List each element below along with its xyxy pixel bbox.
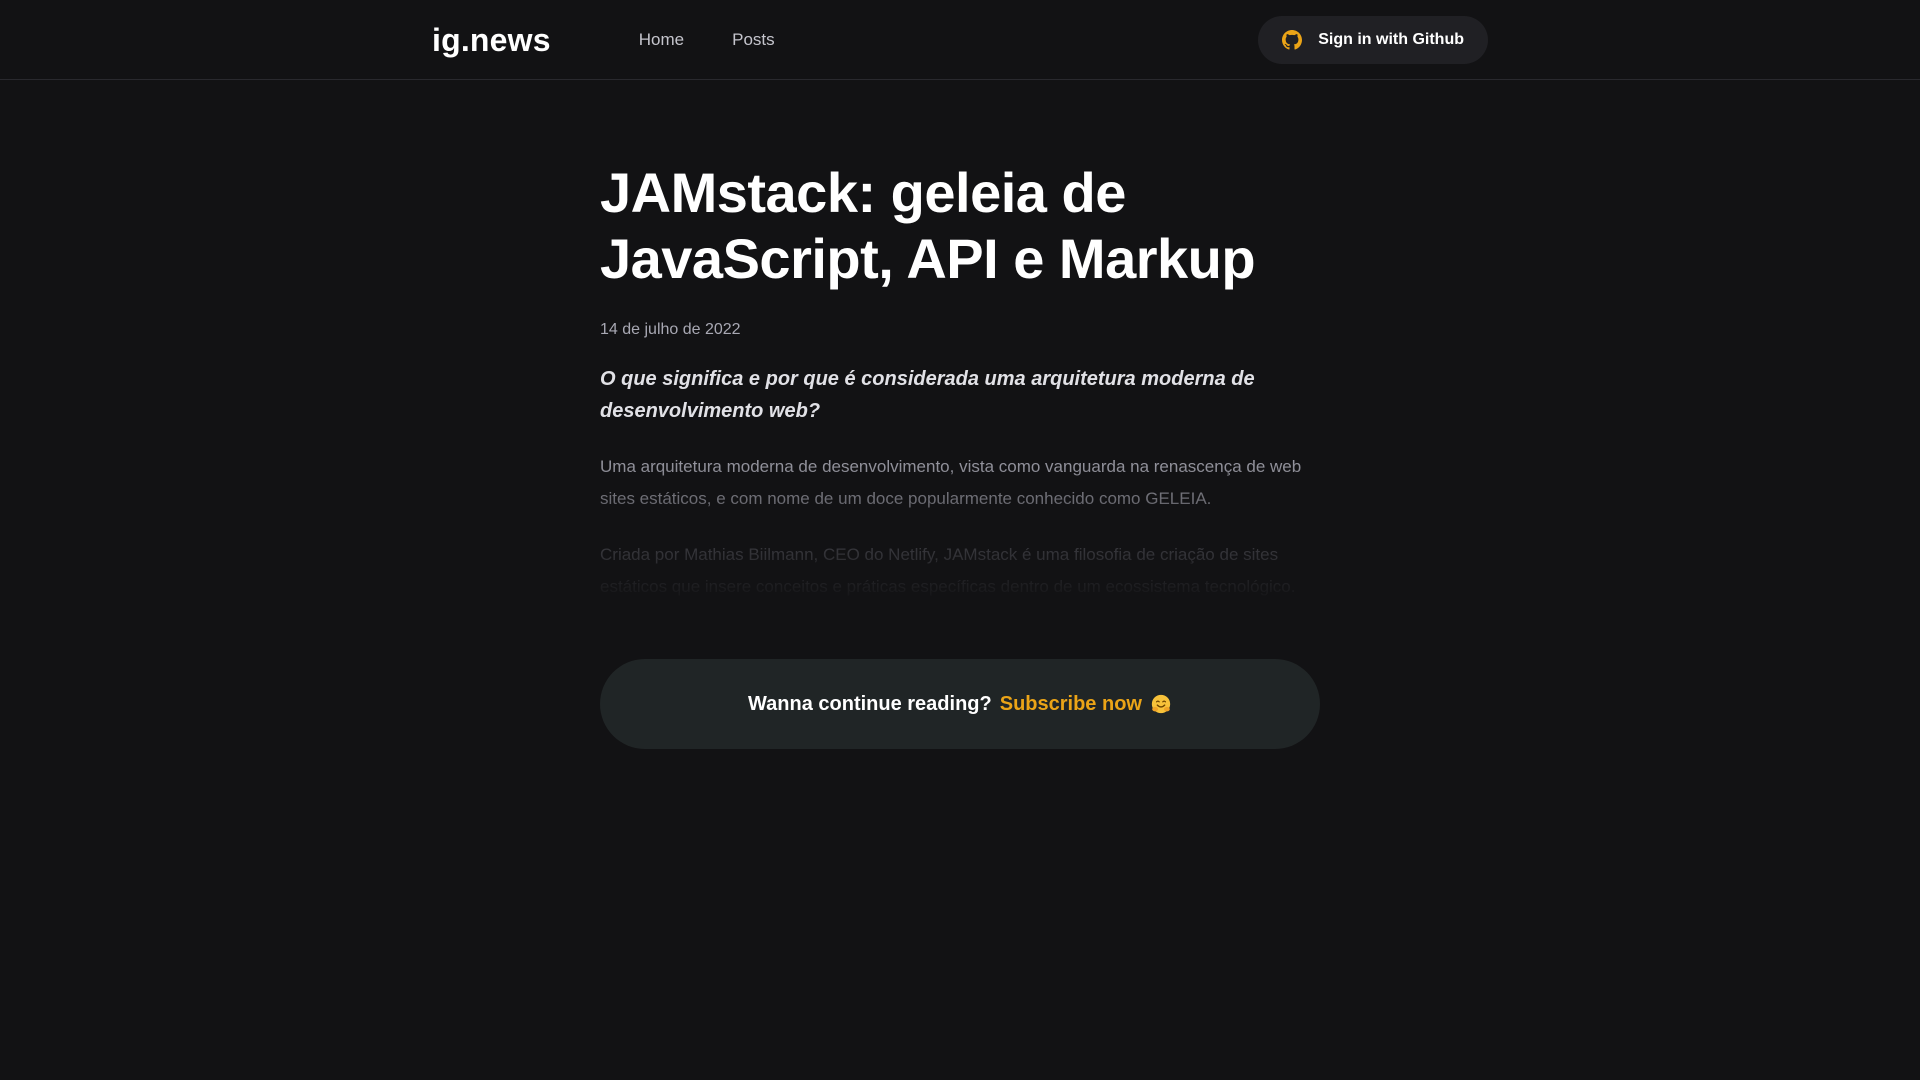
post-date: 14 de julho de 2022 — [600, 321, 741, 338]
post-article: JAMstack: geleia de JavaScript, API e Ma… — [600, 160, 1320, 749]
sign-in-label: Sign in with Github — [1318, 31, 1464, 48]
nav-link-home[interactable]: Home — [639, 0, 684, 80]
site-logo[interactable]: ig.news — [432, 22, 551, 59]
continue-reading-banner: Wanna continue reading? Subscribe now — [600, 659, 1320, 749]
main-nav: Home Posts — [639, 0, 823, 80]
hugging-face-emoji-icon — [1150, 693, 1172, 715]
site-header: ig.news Home Posts Sign in with Github — [0, 0, 1920, 80]
post-preview-content: O que significa e por que é considerada … — [600, 363, 1320, 603]
nav-link-posts[interactable]: Posts — [732, 0, 775, 80]
github-icon — [1282, 30, 1303, 50]
sign-in-github-button[interactable]: Sign in with Github — [1258, 16, 1488, 64]
preview-fade: Uma arquitetura moderna de desenvolvimen… — [600, 451, 1320, 603]
header-container: ig.news Home Posts Sign in with Github — [400, 0, 1520, 80]
post-title: JAMstack: geleia de JavaScript, API e Ma… — [600, 161, 1256, 290]
post-paragraph: Criada por Mathias Biilmann, CEO do Netl… — [600, 545, 1296, 596]
post-paragraph: Uma arquitetura moderna de desenvolvimen… — [600, 457, 1302, 508]
continue-reading-text: Wanna continue reading? — [748, 692, 992, 715]
subscribe-now-link[interactable]: Subscribe now — [1000, 693, 1142, 716]
post-lead: O que significa e por que é considerada … — [600, 368, 1255, 422]
post-main: JAMstack: geleia de JavaScript, API e Ma… — [600, 80, 1320, 749]
